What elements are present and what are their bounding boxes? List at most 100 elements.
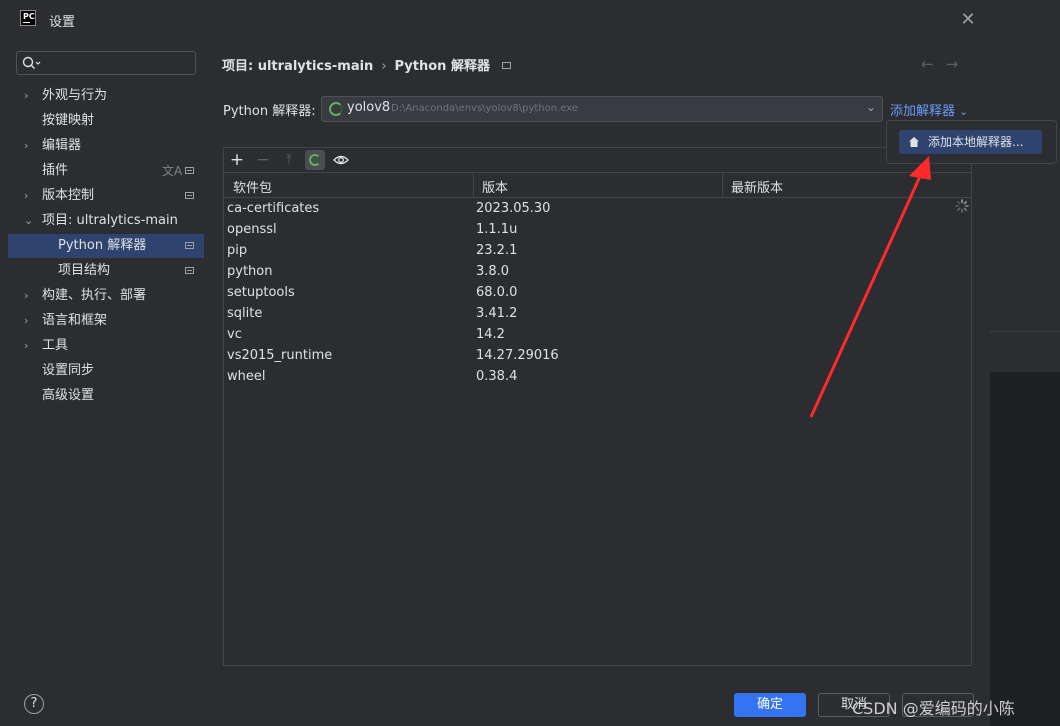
table-row[interactable]: vs2015_runtime 14.27.29016 (224, 346, 971, 367)
loading-spinner-icon (955, 199, 969, 213)
sidebar-item[interactable]: 项目结构 (8, 259, 204, 283)
cell-package: python (227, 264, 273, 279)
breadcrumb-separator: › (381, 59, 387, 74)
settings-sidebar: › 外观与行为按键映射 › 编辑器插件 文A › 版本控制 ⌄ 项目: ultralytics-… (0, 40, 205, 680)
sidebar-item[interactable]: › 编辑器 (8, 134, 204, 158)
interpreter-select[interactable]: yolov8 D:\Anaconda\envs\yolov8\python.ex… (321, 96, 883, 122)
chevron-right-icon[interactable]: › (24, 134, 36, 158)
project-scope-icon (185, 192, 194, 199)
sidebar-item[interactable]: 按键映射 (8, 109, 204, 133)
dialog-footer: ? 确定 取消 (0, 680, 990, 726)
title-bar: PC 设置 ✕ (0, 0, 990, 40)
sidebar-item[interactable]: 高级设置 (8, 384, 204, 408)
breadcrumb: 项目: ultralytics-main › Python 解释器 (222, 55, 511, 74)
sidebar-item[interactable]: 插件 文A (8, 159, 204, 183)
chevron-right-icon[interactable]: › (24, 184, 36, 208)
settings-main-panel: 项目: ultralytics-main › Python 解释器 ←→ Pytho… (205, 40, 990, 680)
sidebar-item[interactable]: 设置同步 (8, 359, 204, 383)
packages-toolbar: + − ⤒ (224, 148, 971, 173)
sidebar-item-label: 设置同步 (42, 363, 95, 378)
back-arrow-icon[interactable]: ← (921, 55, 946, 73)
add-local-interpreter-label: 添加本地解释器... (928, 135, 1024, 149)
table-row[interactable]: setuptools 68.0.0 (224, 283, 971, 304)
interpreter-name: yolov8 (347, 100, 391, 115)
sidebar-item[interactable]: › 工具 (8, 334, 204, 358)
watermark: CSDN @爱编码的小陈 (852, 699, 1015, 718)
sidebar-item-label: 插件 (42, 163, 69, 178)
add-interpreter-link[interactable]: 添加解释器 ⌄ (890, 100, 968, 119)
sidebar-item[interactable]: › 构建、执行、部署 (8, 284, 204, 308)
column-divider[interactable] (722, 173, 723, 197)
cell-package: ca-certificates (227, 201, 320, 216)
chevron-right-icon[interactable]: › (24, 284, 36, 308)
add-local-interpreter-menu-item[interactable]: 添加本地解释器... (899, 130, 1042, 154)
cell-package: openssl (227, 222, 277, 237)
add-interpreter-label: 添加解释器 (890, 104, 956, 119)
sidebar-item[interactable]: ⌄ 项目: ultralytics-main (8, 209, 204, 233)
sidebar-item-label: 按键映射 (42, 113, 95, 128)
sidebar-item[interactable]: › 语言和框架 (8, 309, 204, 333)
conda-env-icon (329, 102, 343, 116)
window-title: 设置 (49, 15, 76, 30)
sidebar-item-label: 外观与行为 (42, 88, 108, 103)
cell-version: 1.1.1u (476, 222, 518, 237)
sidebar-item-label: 语言和框架 (42, 313, 108, 328)
chevron-down-icon[interactable]: ⌄ (24, 209, 36, 233)
cell-package: vs2015_runtime (227, 348, 333, 363)
sidebar-item[interactable]: Python 解释器 (8, 234, 204, 258)
forward-arrow-icon[interactable]: → (946, 55, 971, 73)
column-header-package[interactable]: 软件包 (233, 177, 272, 196)
table-row[interactable]: python 3.8.0 (224, 262, 971, 283)
table-row[interactable]: sqlite 3.41.2 (224, 304, 971, 325)
sidebar-item-label: 高级设置 (42, 388, 95, 403)
cell-package: vc (227, 327, 242, 342)
column-header-version[interactable]: 版本 (482, 177, 508, 196)
sidebar-item-label: 项目结构 (58, 263, 111, 278)
sidebar-item-label: 版本控制 (42, 188, 95, 203)
column-divider[interactable] (473, 173, 474, 197)
cell-version: 0.38.4 (476, 369, 518, 384)
sidebar-item-label: Python 解释器 (58, 238, 147, 253)
table-row[interactable]: wheel 0.38.4 (224, 367, 971, 388)
sidebar-item-label: 编辑器 (42, 138, 82, 153)
ok-button[interactable]: 确定 (734, 693, 806, 717)
eye-icon[interactable] (331, 150, 351, 170)
home-icon (909, 137, 919, 147)
help-icon[interactable]: ? (24, 694, 44, 714)
close-icon[interactable]: ✕ (959, 11, 977, 29)
sidebar-item-label: 项目: ultralytics-main (42, 213, 178, 228)
sidebar-item-label: 构建、执行、部署 (42, 288, 147, 303)
conda-toggle-icon[interactable] (305, 150, 325, 170)
project-scope-icon (185, 242, 194, 249)
cell-package: pip (227, 243, 248, 258)
table-row[interactable]: openssl 1.1.1u (224, 220, 971, 241)
history-nav: ←→ (921, 55, 970, 73)
cell-package: wheel (227, 369, 266, 384)
cell-version: 14.2 (476, 327, 505, 342)
table-row[interactable]: vc 14.2 (224, 325, 971, 346)
add-interpreter-menu: 添加本地解释器... (886, 120, 1057, 164)
chevron-right-icon[interactable]: › (24, 334, 36, 358)
column-header-latest[interactable]: 最新版本 (731, 177, 783, 196)
cell-version: 68.0.0 (476, 285, 518, 300)
project-scope-icon (185, 267, 194, 274)
chevron-right-icon[interactable]: › (24, 309, 36, 333)
table-row[interactable]: ca-certificates 2023.05.30 (224, 199, 971, 220)
sidebar-item[interactable]: › 版本控制 (8, 184, 204, 208)
cell-package: setuptools (227, 285, 295, 300)
background-window (990, 0, 1060, 726)
translate-icon: 文A (162, 164, 183, 178)
search-icon (22, 56, 41, 69)
settings-dialog: PC 设置 ✕ › 外观与行为按键映射 › 编辑器插件 文A › 版本控制 ⌄ 项目: ultr… (0, 0, 990, 726)
add-package-icon[interactable]: + (227, 150, 247, 170)
chevron-down-icon: ⌄ (865, 100, 876, 114)
upgrade-package-icon[interactable]: ⤒ (279, 150, 299, 170)
table-row[interactable]: pip 23.2.1 (224, 241, 971, 262)
pycharm-app-icon: PC (20, 10, 36, 26)
settings-search-input[interactable] (16, 51, 196, 75)
chevron-right-icon[interactable]: › (24, 84, 36, 108)
remove-package-icon[interactable]: − (253, 150, 273, 170)
breadcrumb-project[interactable]: 项目: ultralytics-main (222, 59, 373, 74)
sidebar-item[interactable]: › 外观与行为 (8, 84, 204, 108)
cell-version: 23.2.1 (476, 243, 518, 258)
